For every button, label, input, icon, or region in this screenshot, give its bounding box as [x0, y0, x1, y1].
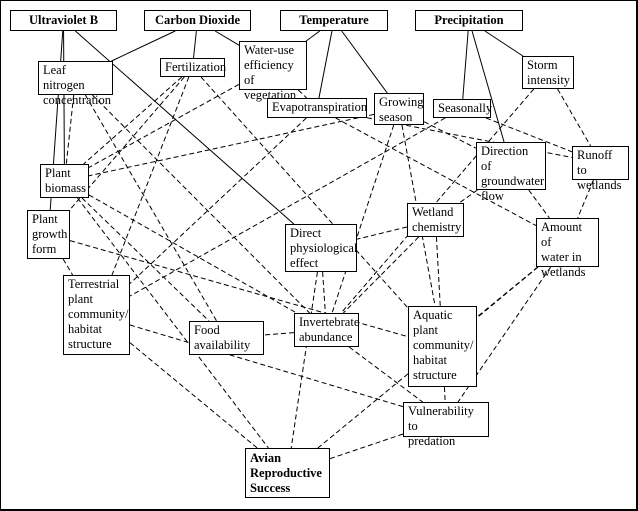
diagram-frame — [0, 0, 638, 511]
diagram-canvas: Ultraviolet B Carbon Dioxide Temperature… — [0, 0, 638, 511]
